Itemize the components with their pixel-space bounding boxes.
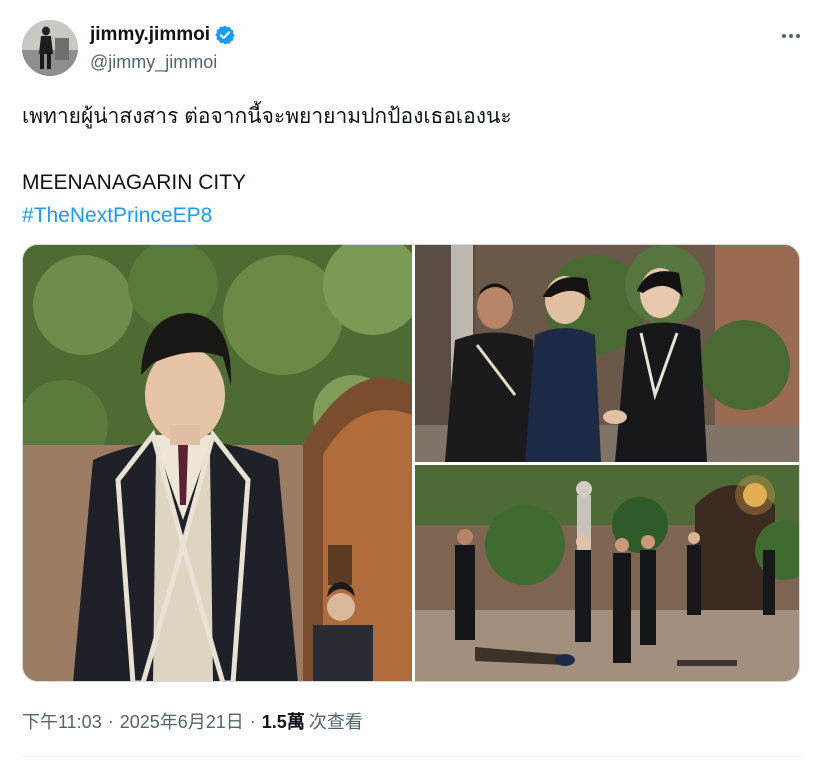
tweet-text-line: MEENANAGARIN CITY — [22, 171, 247, 194]
meta-separator: · — [107, 710, 114, 731]
meta-separator: · — [249, 710, 256, 731]
divider — [22, 756, 801, 757]
views-count: 1.5萬 — [261, 712, 305, 732]
display-name[interactable]: jimmy.jimmoi — [90, 24, 210, 46]
media-grid — [22, 244, 800, 682]
photo-three-men-handshake[interactable] — [415, 245, 799, 462]
tweet-time[interactable]: 下午11:03 — [22, 708, 102, 734]
tweet-header: jimmy.jimmoi @jimmy_jimmoi — [22, 20, 803, 76]
verified-badge-icon — [215, 25, 235, 45]
views-label: 次查看 — [308, 712, 363, 732]
photo-courtyard-scene[interactable] — [415, 465, 799, 681]
name-row: jimmy.jimmoi — [90, 24, 236, 46]
tweet-date[interactable]: 2025年6月21日 — [120, 708, 244, 734]
photo-student-portrait[interactable] — [23, 245, 412, 681]
tweet-text-line: เพทายผู้น่าสงสาร ต่อจากนี้จะพยายามปกป้อง… — [22, 105, 512, 128]
hashtag-link[interactable]: #TheNextPrinceEP8 — [22, 199, 801, 232]
tweet-meta: 下午11:03 · 2025年6月21日 · 1.5萬 次查看 — [22, 708, 363, 734]
avatar[interactable] — [22, 20, 78, 76]
user-handle[interactable]: @jimmy_jimmoi — [90, 52, 217, 73]
more-options-icon[interactable] — [779, 24, 803, 48]
tweet-text: เพทายผู้น่าสงสาร ต่อจากนี้จะพยายามปกป้อง… — [22, 100, 801, 232]
